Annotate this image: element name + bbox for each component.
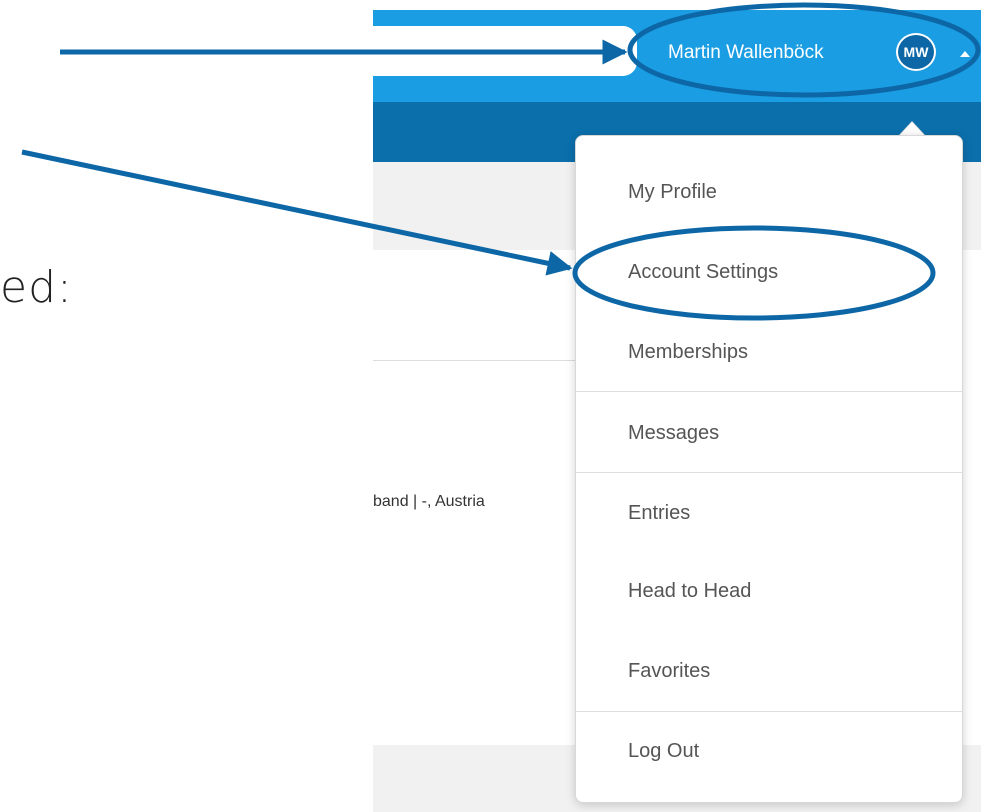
- screenshot-stage: ed: band | -, Austria Martin Wallenböck …: [0, 0, 981, 812]
- annotation-overlay: [21, 2, 981, 321]
- arrow-icon: [21, 149, 573, 276]
- highlight-ellipse-account-settings: [572, 225, 936, 321]
- highlight-ellipse-user: [627, 2, 981, 98]
